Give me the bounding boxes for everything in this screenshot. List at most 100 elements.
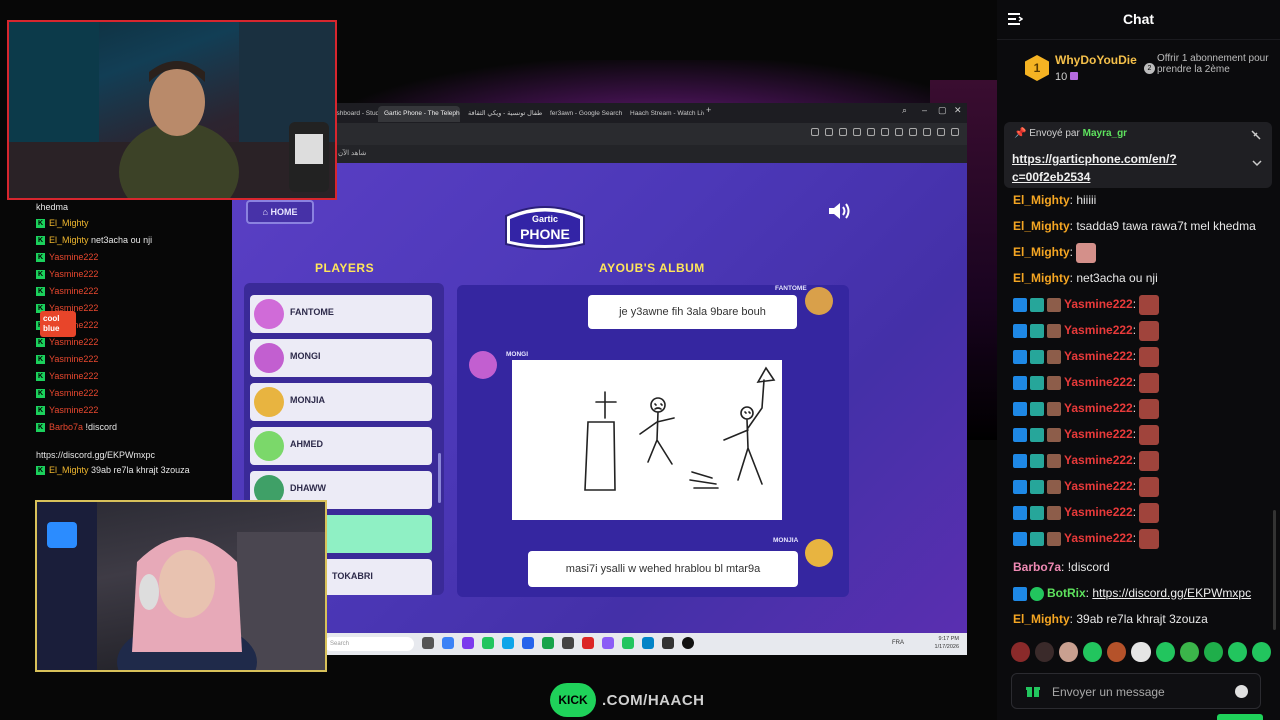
rank-badge: 1 bbox=[1025, 55, 1049, 81]
chat-message-input[interactable] bbox=[1052, 682, 1232, 702]
svg-text:Gartic: Gartic bbox=[532, 214, 558, 224]
webcam-scene bbox=[9, 22, 335, 198]
player-name: TOKABRI bbox=[332, 571, 373, 581]
emote-button[interactable] bbox=[1059, 642, 1079, 662]
chat-input-box bbox=[1011, 673, 1261, 709]
player-avatar bbox=[254, 431, 284, 461]
captured-browser-window: Twitch Dashboard - Studio for store Gart… bbox=[232, 103, 967, 655]
author-avatar bbox=[805, 287, 833, 315]
overlay-chat-line: K El_Mighty net3acha ou nji bbox=[36, 235, 153, 246]
overlay-ad-badge: cool blue bbox=[40, 311, 76, 337]
album-author: MONGI bbox=[506, 351, 529, 358]
browser-address-bar bbox=[232, 123, 967, 145]
chat-title: Chat bbox=[1122, 11, 1155, 27]
chat-message: El_Mighty: net3acha ou nji bbox=[1013, 271, 1158, 285]
overlay-chat-line: khedma bbox=[36, 202, 69, 212]
player-name: MONGI bbox=[290, 351, 321, 361]
browser-tab: fer3awn - Google Search bbox=[550, 110, 622, 117]
album-author: FANTOME bbox=[775, 285, 807, 292]
chat-message: Yasmine222: bbox=[1013, 294, 1160, 315]
album-author: MONJIA bbox=[773, 537, 799, 544]
chat-message: Yasmine222: bbox=[1013, 346, 1160, 367]
player-name: FANTOME bbox=[290, 307, 334, 317]
emote-button[interactable] bbox=[1179, 642, 1199, 662]
unpin-icon[interactable] bbox=[1250, 129, 1262, 141]
pinned-link[interactable]: https://garticphone.com/en/?c=00f2eb2534 bbox=[1012, 150, 1232, 186]
chevron-down-icon[interactable] bbox=[1252, 158, 1262, 168]
chat-message: Yasmine222: bbox=[1013, 372, 1160, 393]
overlay-chat-line: K El_Mighty 39ab re7la khrajt 3zouza bbox=[36, 465, 190, 476]
taskbar-clock: 9:17 PM 1/17/2026 bbox=[934, 636, 959, 650]
maximize-icon: ▢ bbox=[938, 105, 947, 115]
overlay-chat-line: KYasmine222 bbox=[36, 337, 99, 348]
taskbar-app-icons bbox=[422, 637, 694, 649]
webcam-scene bbox=[37, 502, 325, 670]
gift-count: 10 bbox=[1055, 71, 1079, 83]
home-button: ⌂ HOME bbox=[246, 200, 314, 224]
top-gifter-banner: 1 WhyDoYouDie 10 2 Offrir 1 abonnement p… bbox=[997, 41, 1280, 149]
browser-tab: Haach Stream - Watch Live bbox=[630, 110, 704, 117]
chat-message: El_Mighty: bbox=[1013, 242, 1097, 266]
browser-tab: أطفال تونسية - ويكي الثقافة bbox=[468, 110, 542, 117]
chat-message: Yasmine222: bbox=[1013, 476, 1160, 497]
gift-icon[interactable] bbox=[1026, 684, 1040, 698]
emote-button[interactable] bbox=[1011, 642, 1031, 662]
emote-button[interactable] bbox=[1251, 642, 1272, 662]
chat-message: BotRix: https://discord.gg/EKPWmxpc bbox=[1013, 583, 1251, 603]
player-card: MONGI bbox=[250, 339, 432, 377]
chat-scrollbar[interactable] bbox=[1273, 510, 1276, 630]
chat-sidebar: Chat 1 WhyDoYouDie 10 2 Offrir 1 abonnem… bbox=[997, 0, 1280, 720]
browser-tab-active: Gartic Phone - The Telephone Game bbox=[378, 106, 460, 122]
emote-button[interactable] bbox=[1035, 642, 1055, 662]
album-drawing bbox=[512, 360, 782, 520]
gartic-phone-game: ⌂ HOME Gartic PHONE PLAYERS AYOUB'S ALBU… bbox=[232, 163, 967, 633]
overlay-chat-line: KYasmine222 bbox=[36, 405, 99, 416]
channel-url: .COM/HAACH bbox=[602, 691, 705, 709]
minimize-icon: – bbox=[922, 105, 928, 115]
author-avatar bbox=[469, 351, 497, 379]
chat-message: Yasmine222: bbox=[1013, 398, 1160, 419]
emoji-picker-icon[interactable] bbox=[1235, 685, 1248, 698]
send-button[interactable] bbox=[1217, 714, 1263, 720]
player-name: AHMED bbox=[290, 439, 323, 449]
overlay-chat-line: KYasmine222 bbox=[36, 286, 99, 297]
emote-button[interactable] bbox=[1155, 642, 1175, 662]
windows-taskbar: Search 9:17 PM 1/17/2026 FRA bbox=[232, 633, 967, 655]
overlay-chat-line: https://discord.gg/EKPWmxpc bbox=[36, 450, 156, 460]
overlay-chat-line: KYasmine222 bbox=[36, 388, 99, 399]
top-gifter-name[interactable]: WhyDoYouDie bbox=[1055, 53, 1137, 67]
overlay-chat-line: K Barbo7a !discord bbox=[36, 422, 118, 433]
chat-message: Yasmine222: bbox=[1013, 320, 1160, 341]
speaker-icon bbox=[829, 203, 850, 219]
player-card: AHMED bbox=[250, 427, 432, 465]
overlay-chat-line: KYasmine222 bbox=[36, 354, 99, 365]
player-card: MONJIA bbox=[250, 383, 432, 421]
chat-message: Yasmine222: bbox=[1013, 424, 1160, 445]
emote-button[interactable] bbox=[1227, 642, 1247, 662]
emote-button[interactable] bbox=[1203, 642, 1223, 662]
gift-sub-prompt[interactable]: Offrir 1 abonnement pour prendre la 2ème bbox=[1157, 53, 1272, 75]
emote-button[interactable] bbox=[1107, 642, 1127, 662]
emote-button[interactable] bbox=[1083, 642, 1103, 662]
player-name: DHAWW bbox=[290, 483, 326, 493]
gift-icon bbox=[1070, 72, 1079, 80]
pinned-message: 📌 Envoyé par Mayra_gr https://garticphon… bbox=[1004, 122, 1272, 188]
author-avatar bbox=[805, 539, 833, 567]
discord-link[interactable]: https://discord.gg/EKPWmxpc bbox=[1092, 586, 1251, 600]
chat-messages: El_Mighty: hiiiii El_Mighty: tsadda9 taw… bbox=[997, 190, 1280, 670]
streamer-webcam bbox=[7, 20, 337, 200]
chat-message: Yasmine222: bbox=[1013, 502, 1160, 523]
overlay-chat-line: KYasmine222 bbox=[36, 269, 99, 280]
next-rank-badge: 2 bbox=[1144, 63, 1155, 74]
search-icon: ⌕ bbox=[902, 105, 908, 115]
bookmark-item: شاهد الآن bbox=[338, 150, 367, 157]
chat-message: El_Mighty: tsadda9 tawa rawa7t mel khedm… bbox=[1013, 219, 1256, 233]
emote-button[interactable] bbox=[1131, 642, 1151, 662]
players-header: PLAYERS bbox=[315, 261, 375, 275]
album-panel: FANTOME je y3awne fih 3ala 9bare bouh MO… bbox=[457, 285, 849, 597]
gartic-phone-logo: Gartic PHONE bbox=[505, 206, 585, 250]
kick-branding: KICK .COM/HAACH bbox=[550, 683, 705, 717]
album-header: AYOUB'S ALBUM bbox=[599, 261, 705, 275]
bookmarks-bar: شاهد الآن bbox=[232, 145, 967, 163]
browser-tab-bar: Twitch Dashboard - Studio for store Gart… bbox=[232, 103, 967, 123]
